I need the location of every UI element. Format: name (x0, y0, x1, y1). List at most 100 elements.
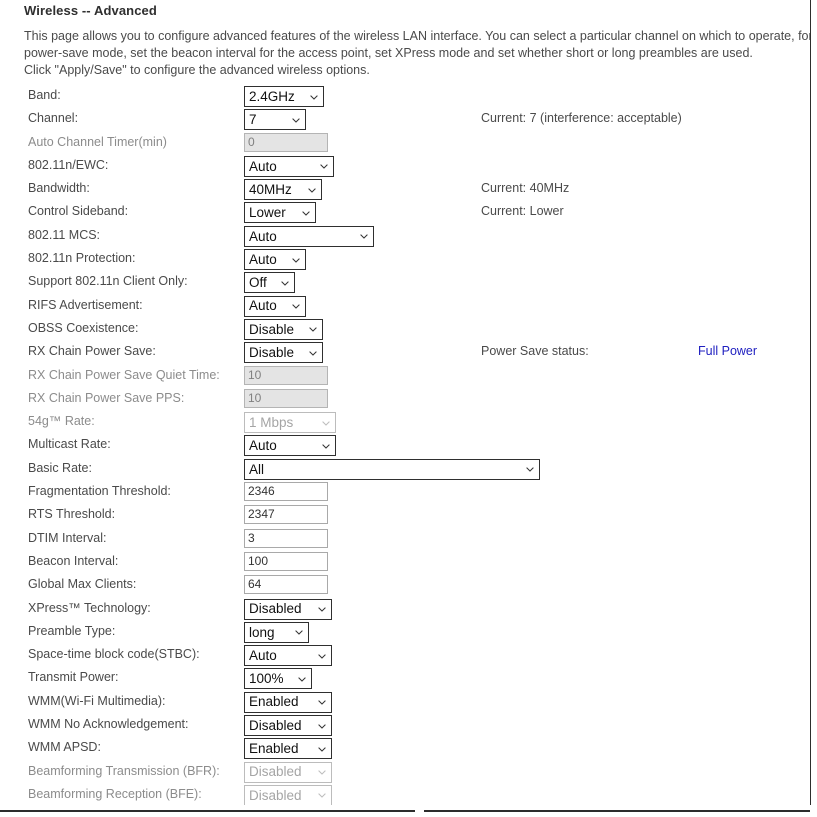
beamforming-reception-bfe-selected-value: Disabled (249, 787, 302, 803)
label-rifs-advertisement: RIFS Advertisement: (28, 297, 143, 312)
form-row: Control Sideband: Lower Current: Lower (0, 202, 810, 225)
wmm-selected-value: Enabled (249, 694, 299, 710)
label-dtim-interval: DTIM Interval: (28, 530, 107, 545)
label-basic-rate: Basic Rate: (28, 460, 92, 475)
form-row: 802.11n/EWC: Auto (0, 155, 810, 179)
channel-select[interactable]: 7 (244, 109, 306, 131)
horizontal-scrollbar[interactable] (0, 805, 817, 817)
control-dtim-interval: 3 (244, 528, 328, 548)
control-wmm: Enabled (244, 691, 332, 713)
form-row: Bandwidth: 40MHz Current: 40MHz (0, 179, 810, 202)
802-11n-ewc-select[interactable]: Auto (244, 155, 334, 177)
label-rx-chain-power-save-quiet-time: RX Chain Power Save Quiet Time: (28, 367, 220, 382)
802-11n-ewc-selected-value: Auto (249, 158, 277, 174)
chevron-down-icon (292, 257, 300, 263)
label-wmm-apsd: WMM APSD: (28, 740, 101, 755)
form-row: 54g™ Rate: 1 Mbps (0, 412, 810, 435)
chevron-down-icon (302, 211, 310, 216)
chevron-down-icon (292, 304, 300, 309)
control-rx-chain-power-save-quiet-time: 10 (244, 365, 328, 385)
wmm-apsd-selected-value: Enabled (249, 741, 299, 757)
802-11-mcs-selected-value: Auto (249, 228, 277, 244)
bandwidth-selected-value: 40MHz (249, 181, 292, 197)
global-max-clients-input[interactable]: 64 (244, 575, 328, 595)
control-control-sideband: Lower (244, 202, 316, 224)
xpress-technology-select[interactable]: Disabled (244, 598, 332, 620)
basic-rate-select[interactable]: All (244, 458, 540, 480)
bandwidth-select[interactable]: 40MHz (244, 179, 322, 201)
chevron-down-icon (318, 723, 326, 729)
label-global-max-clients: Global Max Clients: (28, 577, 137, 592)
scrollbar-track-right[interactable] (424, 810, 810, 812)
form-row: Beacon Interval: 100 (0, 551, 810, 575)
control-fragmentation-threshold: 2346 (244, 482, 328, 502)
form-row: Band: 2.4GHz (0, 86, 810, 109)
dtim-interval-input[interactable]: 3 (244, 528, 328, 548)
form-row: OBSS Coexistence: Disable (0, 318, 810, 342)
802-11-mcs-select[interactable]: Auto (244, 225, 374, 247)
label-stbc: Space-time block code(STBC): (28, 647, 200, 662)
auto-channel-timer-input: 0 (244, 132, 328, 152)
label-rts-threshold: RTS Threshold: (28, 507, 116, 522)
form-row: 802.11 MCS: Auto (0, 225, 810, 249)
control-sideband-select[interactable]: Lower (244, 202, 316, 224)
rifs-advertisement-selected-value: Auto (249, 298, 277, 314)
transmit-power-select[interactable]: 100% (244, 668, 312, 690)
support-802-11n-client-only-select[interactable]: Off (244, 272, 295, 294)
wmm-apsd-select[interactable]: Enabled (244, 738, 332, 760)
fragmentation-threshold-input[interactable]: 2346 (244, 482, 328, 502)
obss-coexistence-select[interactable]: Disable (244, 318, 323, 340)
wmm-select[interactable]: Enabled (244, 691, 332, 713)
control-sideband-current-note: Current: Lower (481, 204, 564, 219)
form-row: Auto Channel Timer(min) 0 (0, 132, 810, 156)
control-wmm-no-acknowledgement: Disabled (244, 715, 332, 737)
label-54g-rate: 54g™ Rate: (28, 414, 95, 429)
form-row: Basic Rate: All (0, 458, 810, 482)
rifs-advertisement-select[interactable]: Auto (244, 295, 306, 317)
54g-rate-select: 1 Mbps (244, 412, 336, 434)
preamble-type-select[interactable]: long (244, 621, 309, 643)
form-row: Support 802.11n Client Only: Off (0, 272, 810, 295)
band-select[interactable]: 2.4GHz (244, 86, 324, 107)
chevron-down-icon (310, 94, 318, 100)
stbc-select[interactable]: Auto (244, 645, 332, 667)
scrollbar-track-left[interactable] (0, 810, 415, 812)
control-channel: 7 (244, 109, 306, 131)
rx-chain-power-save-pps-input: 10 (244, 388, 328, 408)
wmm-no-acknowledgement-select[interactable]: Disabled (244, 715, 332, 737)
form-row: 802.11n Protection: Auto (0, 249, 810, 272)
page-description: This page allows you to configure advanc… (24, 29, 810, 77)
multicast-rate-select[interactable]: Auto (244, 435, 336, 457)
form-row: XPress™ Technology: Disabled (0, 598, 810, 622)
802-11n-protection-select[interactable]: Auto (244, 249, 306, 271)
form-row: Channel: 7 Current: 7 (interference: accep… (0, 109, 810, 132)
label-beamforming-transmission-bfr: Beamforming Transmission (BFR): (28, 763, 220, 778)
wmm-no-acknowledgement-selected-value: Disabled (249, 717, 302, 733)
rts-threshold-input[interactable]: 2347 (244, 505, 328, 525)
wireless-advanced-page: Wireless -- Advanced This page allows yo… (0, 0, 810, 805)
form-row: DTIM Interval: 3 (0, 528, 810, 552)
control-wmm-apsd: Enabled (244, 738, 332, 760)
control-transmit-power: 100% (244, 668, 312, 690)
page-title: Wireless -- Advanced (24, 3, 157, 18)
beacon-interval-input[interactable]: 100 (244, 551, 328, 571)
label-fragmentation-threshold: Fragmentation Threshold: (28, 484, 171, 499)
channel-selected-value: 7 (249, 112, 257, 128)
chevron-down-icon (320, 164, 328, 170)
channel-current-note: Current: 7 (interference: acceptable) (481, 111, 682, 126)
control-multicast-rate: Auto (244, 435, 336, 457)
form-row: WMM(Wi-Fi Multimedia): Enabled (0, 691, 810, 715)
control-stbc: Auto (244, 645, 332, 667)
rx-chain-power-save-select[interactable]: Disable (244, 342, 323, 364)
bandwidth-current-note: Current: 40MHz (481, 181, 570, 196)
chevron-down-icon (298, 677, 306, 682)
control-802-11-mcs: Auto (244, 225, 374, 247)
control-rx-chain-power-save: Disable (244, 342, 323, 364)
chevron-down-icon (318, 653, 326, 659)
chevron-down-icon (309, 327, 317, 333)
viewport-right-border (810, 0, 811, 805)
label-802-11-mcs: 802.11 MCS: (28, 227, 101, 242)
form-row: RX Chain Power Save Quiet Time: 10 (0, 365, 810, 389)
802-11n-protection-selected-value: Auto (249, 251, 277, 267)
chevron-down-icon (318, 770, 326, 775)
